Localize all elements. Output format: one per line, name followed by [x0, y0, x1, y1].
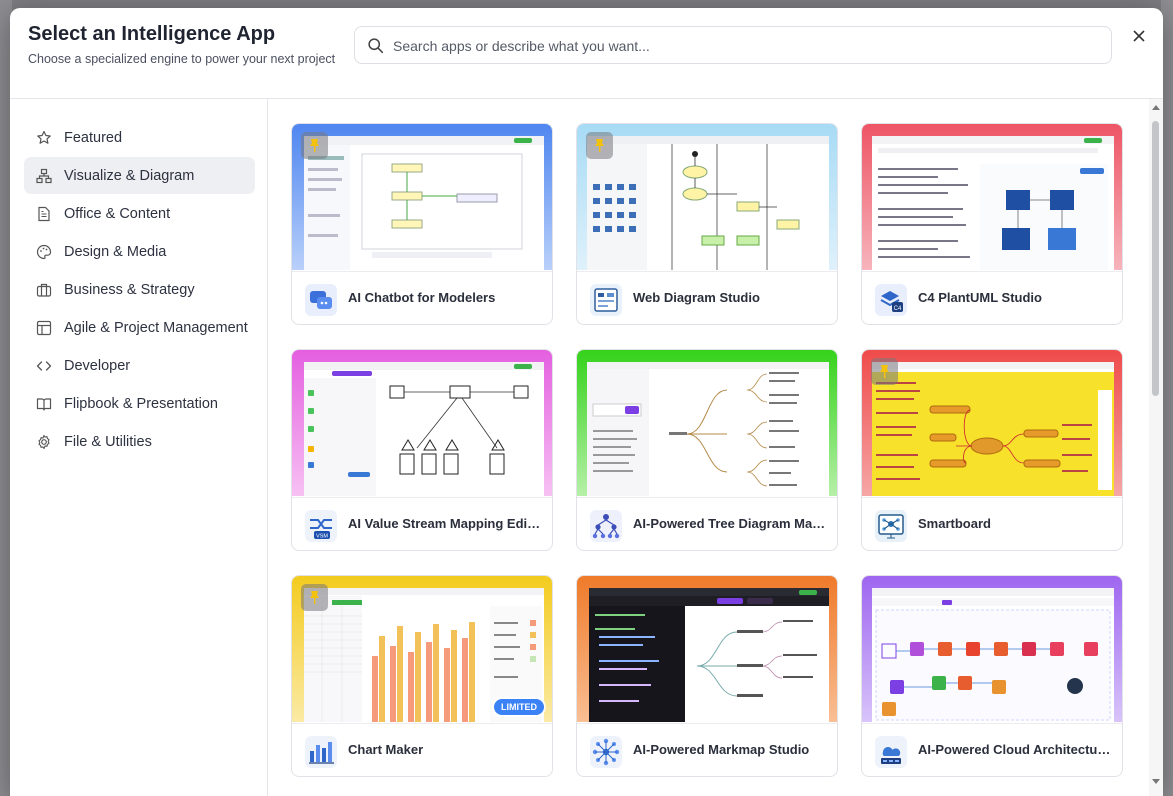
app-preview — [292, 350, 552, 496]
app-name: C4 PlantUML Studio — [918, 290, 1042, 305]
app-name: Web Diagram Studio — [633, 290, 760, 305]
modal-title: Select an Intelligence App — [28, 23, 276, 45]
code-icon — [36, 360, 52, 371]
app-card-ai-powered-cloud-architecture-studio[interactable]: AI-Powered Cloud Architecture Studio — [861, 575, 1123, 777]
tree-diagram-icon — [590, 510, 622, 542]
document-icon — [38, 206, 50, 221]
sidebar-item-label: Business & Strategy — [64, 281, 195, 298]
chart-icon — [305, 736, 337, 768]
app-grid-scrollbar[interactable] — [1149, 99, 1163, 796]
app-name: AI Value Stream Mapping Editor — [348, 516, 544, 531]
app-preview — [292, 124, 552, 270]
sidebar-item-agile-project-management[interactable]: Agile & Project Management — [24, 309, 255, 346]
sidebar-item-label: Featured — [64, 129, 123, 146]
diagram-icon — [36, 168, 52, 183]
app-name: AI-Powered Cloud Architecture Studio — [918, 742, 1114, 757]
limited-badge: LIMITED — [494, 699, 544, 715]
modal-subtitle: Choose a specialized engine to power you… — [28, 52, 336, 66]
sidebar-item-flipbook-presentation[interactable]: Flipbook & Presentation — [24, 385, 255, 422]
app-name: Chart Maker — [348, 742, 424, 757]
scroll-up-arrow-icon[interactable] — [1152, 105, 1160, 110]
app-preview — [577, 350, 837, 496]
c4-plantuml-icon: C4 — [875, 284, 907, 316]
star-icon — [37, 130, 51, 144]
app-card-chart-maker[interactable]: LIMITED Chart Maker — [291, 575, 553, 777]
app-card-ai-powered-markmap-studio[interactable]: AI-Powered Markmap Studio — [576, 575, 838, 777]
close-icon[interactable] — [1129, 26, 1149, 46]
scroll-down-arrow-icon[interactable] — [1152, 779, 1160, 784]
app-name: Smartboard — [918, 516, 991, 531]
app-preview — [862, 576, 1122, 722]
search-box[interactable] — [354, 26, 1112, 65]
app-grid: AI Chatbot for Modelers Web Diagram Stud… — [291, 123, 1124, 796]
app-name: AI-Powered Tree Diagram Maker — [633, 516, 829, 531]
cloud-architecture-icon — [875, 736, 907, 768]
pin-badge[interactable] — [586, 132, 613, 159]
sidebar-item-label: Flipbook & Presentation — [64, 395, 218, 412]
sidebar-item-label: Visualize & Diagram — [64, 167, 195, 184]
smartboard-icon — [875, 510, 907, 542]
app-card-smartboard[interactable]: Smartboard — [861, 349, 1123, 551]
sidebar-item-design-media[interactable]: Design & Media — [24, 233, 255, 270]
chatbot-icon — [305, 284, 337, 316]
sidebar-item-label: Developer — [64, 357, 131, 374]
pin-badge[interactable] — [871, 358, 898, 385]
palette-icon — [36, 244, 52, 259]
kanban-icon — [36, 320, 52, 335]
app-card-ai-chatbot-for-modelers[interactable]: AI Chatbot for Modelers — [291, 123, 553, 325]
book-icon — [36, 397, 52, 411]
pin-badge[interactable] — [301, 132, 328, 159]
svg-text:C4: C4 — [894, 306, 902, 312]
sidebar-item-developer[interactable]: Developer — [24, 347, 255, 384]
app-card-ai-powered-tree-diagram-maker[interactable]: AI-Powered Tree Diagram Maker — [576, 349, 838, 551]
app-card-web-diagram-studio[interactable]: Web Diagram Studio — [576, 123, 838, 325]
category-sidebar: Featured Visualize & Diagram Office & Co… — [10, 99, 268, 796]
sidebar-item-label: Design & Media — [64, 243, 167, 260]
sidebar-item-visualize-diagram[interactable]: Visualize & Diagram — [24, 157, 255, 194]
sidebar-item-office-content[interactable]: Office & Content — [24, 195, 255, 232]
diagram-studio-icon — [590, 284, 622, 316]
sidebar-item-label: File & Utilities — [64, 433, 152, 450]
sidebar-item-featured[interactable]: Featured — [24, 119, 255, 156]
sidebar-item-label: Office & Content — [64, 205, 171, 222]
svg-text:VSM: VSM — [316, 534, 328, 540]
app-preview — [577, 124, 837, 270]
markmap-icon — [590, 736, 622, 768]
modal-header: Select an Intelligence App Choose a spec… — [10, 8, 1163, 99]
sidebar-item-file-utilities[interactable]: File & Utilities — [24, 423, 255, 460]
sidebar-item-business-strategy[interactable]: Business & Strategy — [24, 271, 255, 308]
gear-icon — [38, 434, 50, 449]
app-preview: LIMITED — [292, 576, 552, 722]
app-card-ai-value-stream-mapping-editor[interactable]: VSM AI Value Stream Mapping Editor — [291, 349, 553, 551]
pin-badge[interactable] — [301, 584, 328, 611]
search-icon — [368, 38, 384, 54]
app-name: AI Chatbot for Modelers — [348, 290, 496, 305]
app-picker-modal: Select an Intelligence App Choose a spec… — [10, 8, 1163, 796]
app-preview — [577, 576, 837, 722]
vsm-icon: VSM — [305, 510, 337, 542]
app-preview — [862, 350, 1122, 496]
search-input[interactable] — [391, 27, 1095, 65]
sidebar-item-label: Agile & Project Management — [64, 319, 248, 336]
scrollbar-thumb[interactable] — [1152, 121, 1159, 396]
app-card-c4-plantuml-studio[interactable]: C4 C4 PlantUML Studio — [861, 123, 1123, 325]
briefcase-icon — [36, 283, 52, 297]
app-name: AI-Powered Markmap Studio — [633, 742, 810, 757]
app-preview — [862, 124, 1122, 270]
